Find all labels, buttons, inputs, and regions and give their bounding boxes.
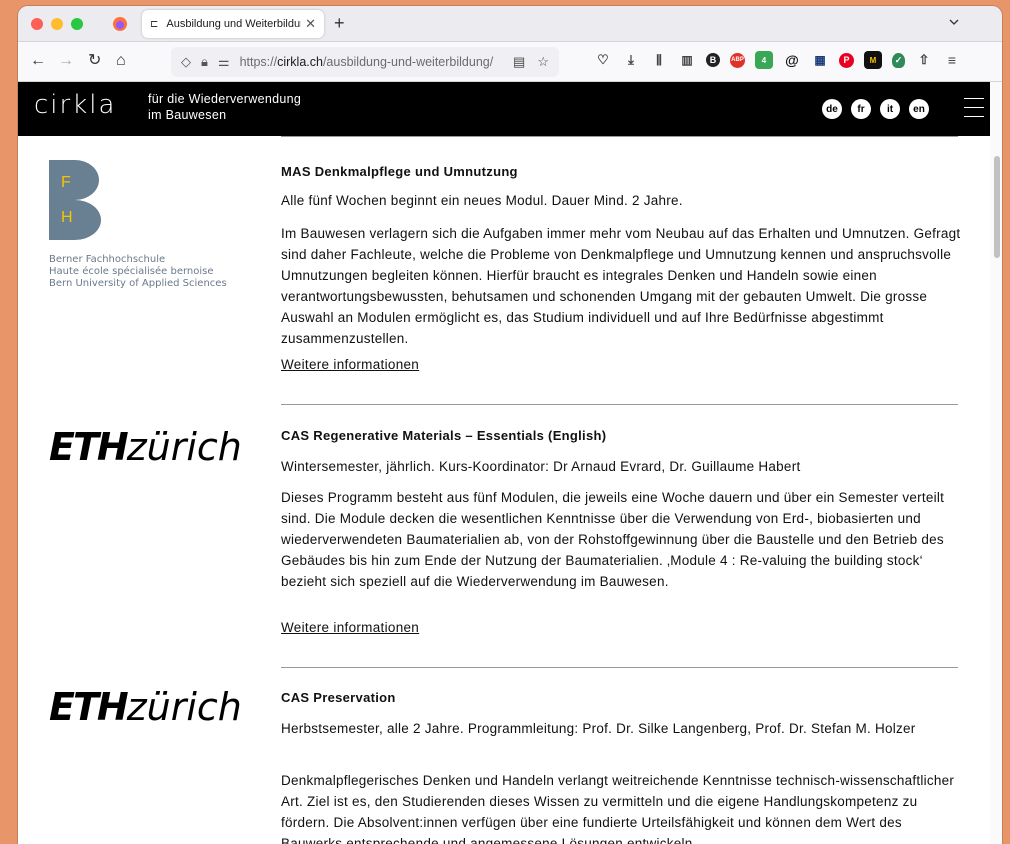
course-title: CAS Preservation (281, 690, 396, 705)
course-subtitle: Wintersemester, jährlich. Kurs-Koordinat… (281, 459, 801, 474)
hamburger-menu-icon[interactable] (964, 98, 984, 125)
course-description: Dieses Programm besteht aus fünf Modulen… (281, 490, 945, 589)
course-subtitle: Herbstsemester, alle 2 Jahre. Programmle… (281, 721, 916, 736)
url-host: cirkla.ch (277, 55, 323, 69)
library-icon[interactable]: ⫼ (650, 51, 668, 69)
minimize-window-button[interactable] (51, 18, 63, 30)
site-favicon: ⊏ (150, 18, 159, 30)
home-icon[interactable]: ⌂ (116, 52, 126, 70)
bfh-logo-letter-h: H (61, 209, 73, 226)
course-description: Im Bauwesen verlagern sich die Aufgaben … (281, 226, 961, 346)
reload-icon[interactable]: ↻ (88, 52, 101, 70)
divider (281, 404, 958, 405)
bfh-logo-shape (49, 160, 101, 240)
tagline-line-2: im Bauwesen (148, 108, 227, 122)
site-header: cirkla für die Wiederverwendung im Bauwe… (18, 82, 990, 136)
browser-window: ⊏ Ausbildung und Weiterbildung – ✕ + ← →… (18, 6, 1002, 844)
extension-grid-icon[interactable]: ▦ (811, 51, 829, 69)
tab-title: Ausbildung und Weiterbildung – (166, 18, 301, 30)
tab-bar: ⊏ Ausbildung und Weiterbildung – ✕ + (18, 6, 1002, 42)
share-icon[interactable]: ⇧ (915, 51, 933, 69)
bfh-caption-line: Berner Fachhochschule (49, 254, 166, 265)
active-tab[interactable]: ⊏ Ausbildung und Weiterbildung – ✕ (142, 10, 324, 38)
bookmark-star-icon[interactable]: ☆ (537, 54, 549, 70)
course-description: Denkmalpflegerisches Denken und Handeln … (281, 773, 955, 844)
url-bar[interactable]: ◇ 🔒︎ ⚌ https://cirkla.ch/ausbildung-und-… (171, 47, 559, 77)
site-tagline: für die Wiederverwendung im Bauwesen (148, 91, 301, 123)
bfh-caption-line: Bern University of Applied Sciences (49, 278, 227, 289)
tab-close-icon[interactable]: ✕ (305, 16, 316, 32)
bfh-logo-caption: Berner Fachhochschule Haute école spécia… (49, 254, 227, 290)
bfh-caption-line: Haute école spécialisée bernoise (49, 266, 214, 277)
url-scheme: https:// (239, 55, 278, 69)
sidebar-icon[interactable]: ▥ (678, 51, 696, 69)
tagline-line-1: für die Wiederverwendung (148, 92, 302, 106)
page-content: F H Berner Fachhochschule Haute école sp… (18, 136, 990, 844)
more-info-link[interactable]: Weitere informationen (281, 357, 419, 372)
divider (281, 136, 958, 137)
extension-b-icon[interactable]: B (706, 53, 720, 67)
pinterest-icon[interactable]: P (839, 52, 854, 68)
adblock-plus-icon[interactable]: ABP (730, 52, 745, 68)
reader-view-icon[interactable]: ▤ (513, 54, 525, 70)
course-subtitle: Alle fünf Wochen beginnt ein neues Modul… (281, 193, 683, 208)
bfh-logo-letter-f: F (61, 174, 71, 191)
lang-fr-button[interactable]: fr (851, 99, 871, 119)
ublock-shield-icon[interactable]: 4 (755, 51, 773, 69)
list-all-tabs-icon[interactable] (948, 16, 960, 28)
close-window-button[interactable] (31, 18, 43, 30)
extension-shield-icon[interactable]: ✓ (892, 52, 905, 68)
more-info-link[interactable]: Weitere informationen (281, 620, 419, 635)
eth-logo-light: zürich (126, 685, 242, 729)
bfh-logo: F H (49, 160, 101, 240)
eth-logo-bold: ETH (49, 685, 129, 729)
tracking-protection-icon[interactable]: ◇ (181, 54, 191, 70)
extension-at-icon[interactable]: @ (783, 51, 801, 69)
lang-de-button[interactable]: de (822, 99, 842, 119)
permissions-icon[interactable]: ⚌ (218, 54, 230, 70)
url-path: /ausbildung-und-weiterbildung/ (322, 55, 494, 69)
back-icon[interactable]: ← (30, 52, 46, 70)
forward-icon[interactable]: → (58, 52, 74, 70)
lang-en-button[interactable]: en (909, 99, 929, 119)
lock-icon[interactable]: 🔒︎ (201, 54, 208, 70)
lang-it-button[interactable]: it (880, 99, 900, 119)
firefox-view-icon[interactable] (112, 16, 128, 32)
new-tab-button[interactable]: + (334, 14, 345, 32)
divider (281, 667, 958, 668)
eth-zurich-logo: ETHzürich (49, 685, 242, 730)
scrollbar-thumb[interactable] (994, 156, 1000, 258)
cirkla-logo[interactable]: cirkla (34, 90, 116, 120)
zoom-window-button[interactable] (71, 18, 83, 30)
course-title: MAS Denkmalpflege und Umnutzung (281, 164, 518, 179)
downloads-icon[interactable]: ⤓ (622, 51, 640, 69)
eth-logo-bold: ETH (49, 425, 129, 469)
extension-m-icon[interactable]: M (864, 51, 882, 69)
course-title: CAS Regenerative Materials – Essentials … (281, 428, 607, 443)
pocket-icon[interactable]: ♡ (594, 51, 612, 69)
navigation-toolbar: ← → ↻ ⌂ ◇ 🔒︎ ⚌ https://cirkla.ch/ausbild… (18, 42, 1002, 82)
app-menu-icon[interactable]: ≡ (943, 51, 961, 69)
eth-logo-light: zürich (126, 425, 242, 469)
eth-zurich-logo: ETHzürich (49, 425, 242, 470)
language-switcher: de fr it en (822, 99, 929, 119)
